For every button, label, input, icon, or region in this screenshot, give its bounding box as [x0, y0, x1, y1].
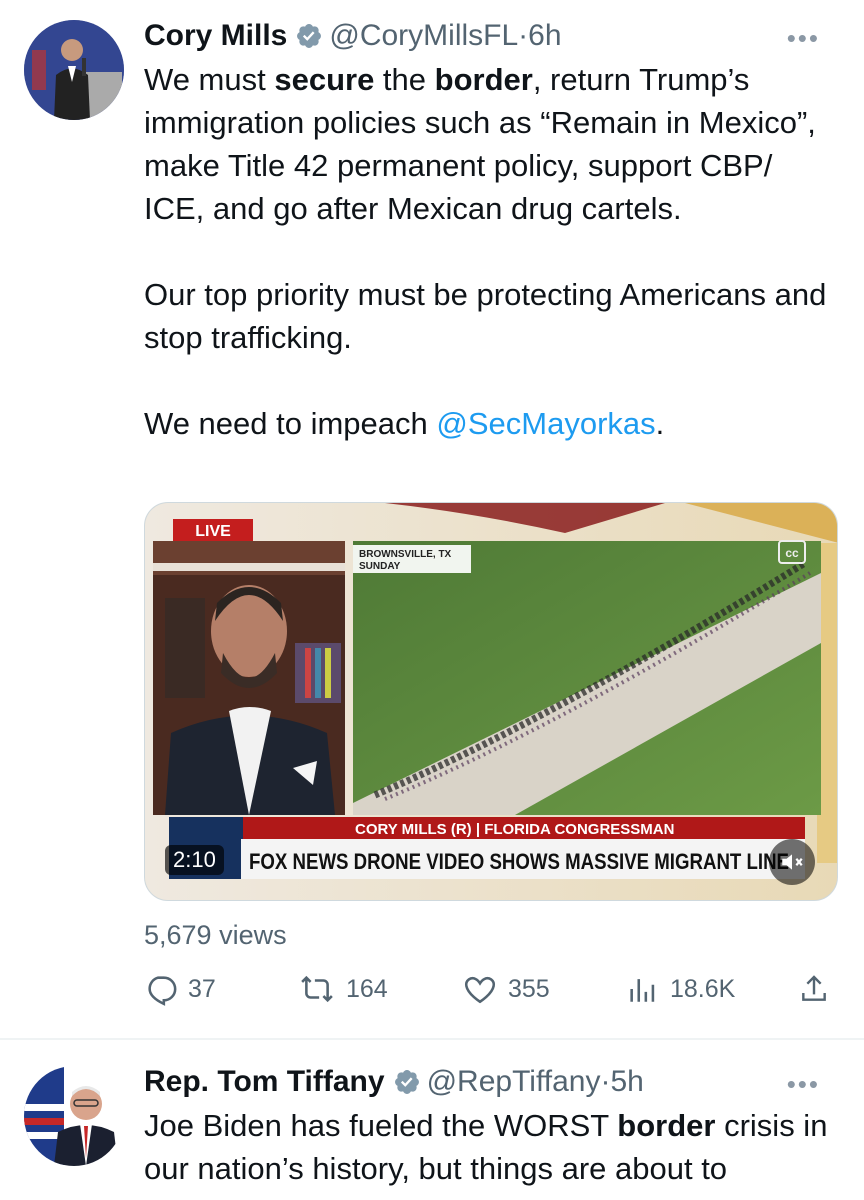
location-line1: BROWNSVILLE, TX — [359, 549, 452, 560]
author-handle-2[interactable]: @RepTiffany — [427, 1064, 601, 1100]
tweet-actions: 37 164 355 18.6K — [144, 972, 834, 1012]
location-line2: SUNDAY — [359, 561, 401, 572]
retweet-count: 164 — [346, 974, 388, 1003]
avatar-rep-tiffany[interactable] — [24, 1066, 124, 1166]
speaker-muted-icon[interactable] — [769, 839, 815, 885]
tweet-text-2: Joe Biden has fueled the WORST border cr… — [144, 1108, 828, 1186]
more-icon[interactable]: ••• — [787, 20, 820, 56]
video-player[interactable]: LIVE BROWNSVILLE, TX SUNDAY cc CORY MILL… — [144, 502, 838, 901]
share-button[interactable] — [798, 972, 840, 1006]
reply-count: 37 — [188, 974, 216, 1003]
like-button[interactable]: 355 — [462, 972, 550, 1006]
tweet-paragraph-3: We need to impeach @SecMayorkas. — [144, 406, 665, 441]
tweet-text: We must secure the border, return Trump’… — [144, 58, 834, 445]
author-name[interactable]: Cory Mills — [144, 18, 287, 54]
video-duration: 2:10 — [165, 845, 224, 875]
like-count: 355 — [508, 974, 550, 1003]
verified-badge-icon — [394, 1070, 419, 1094]
reply-button[interactable]: 37 — [144, 972, 216, 1006]
verified-badge-icon — [297, 24, 322, 48]
tweet-timestamp[interactable]: 6h — [528, 18, 561, 54]
header-separator: · — [518, 19, 529, 52]
reply-icon — [148, 976, 177, 1006]
tweet-paragraph-2: Our top priority must be protecting Amer… — [144, 277, 827, 355]
tweet-paragraph-1: We must secure the border, return Trump’… — [144, 62, 816, 226]
tweet-divider — [0, 1038, 864, 1040]
header-separator-2: · — [600, 1065, 611, 1098]
author-name-2[interactable]: Rep. Tom Tiffany — [144, 1064, 385, 1100]
mention-link[interactable]: @SecMayorkas — [436, 406, 655, 441]
avatar-cory-mills[interactable] — [24, 20, 124, 120]
tweet-header: Cory Mills @CoryMillsFL · 6h ••• — [144, 18, 824, 54]
video-headline: FOX NEWS DRONE VIDEO SHOWS MASSIVE MIGRA… — [249, 849, 789, 874]
more-icon[interactable]: ••• — [787, 1066, 820, 1102]
retweet-button[interactable]: 164 — [298, 972, 388, 1006]
tweet-header-2: Rep. Tom Tiffany @RepTiffany · 5h ••• — [144, 1064, 824, 1100]
like-icon — [465, 977, 495, 1004]
analytics-count: 18.6K — [670, 974, 736, 1003]
svg-text:cc: cc — [785, 546, 799, 560]
author-handle[interactable]: @CoryMillsFL — [329, 18, 518, 54]
tweet-cory-mills[interactable]: Cory Mills @CoryMillsFL · 6h ••• We must… — [0, 0, 864, 1040]
share-icon — [802, 975, 826, 1001]
tweet-timestamp-2[interactable]: 5h — [610, 1064, 643, 1100]
video-lower-third: CORY MILLS (R) | FLORIDA CONGRESSMAN — [355, 821, 674, 838]
analytics-icon — [630, 979, 655, 1002]
analytics-button[interactable]: 18.6K — [626, 972, 735, 1006]
retweet-icon — [301, 975, 333, 1003]
live-badge: LIVE — [195, 523, 231, 540]
view-count: 5,679 views — [144, 920, 287, 950]
